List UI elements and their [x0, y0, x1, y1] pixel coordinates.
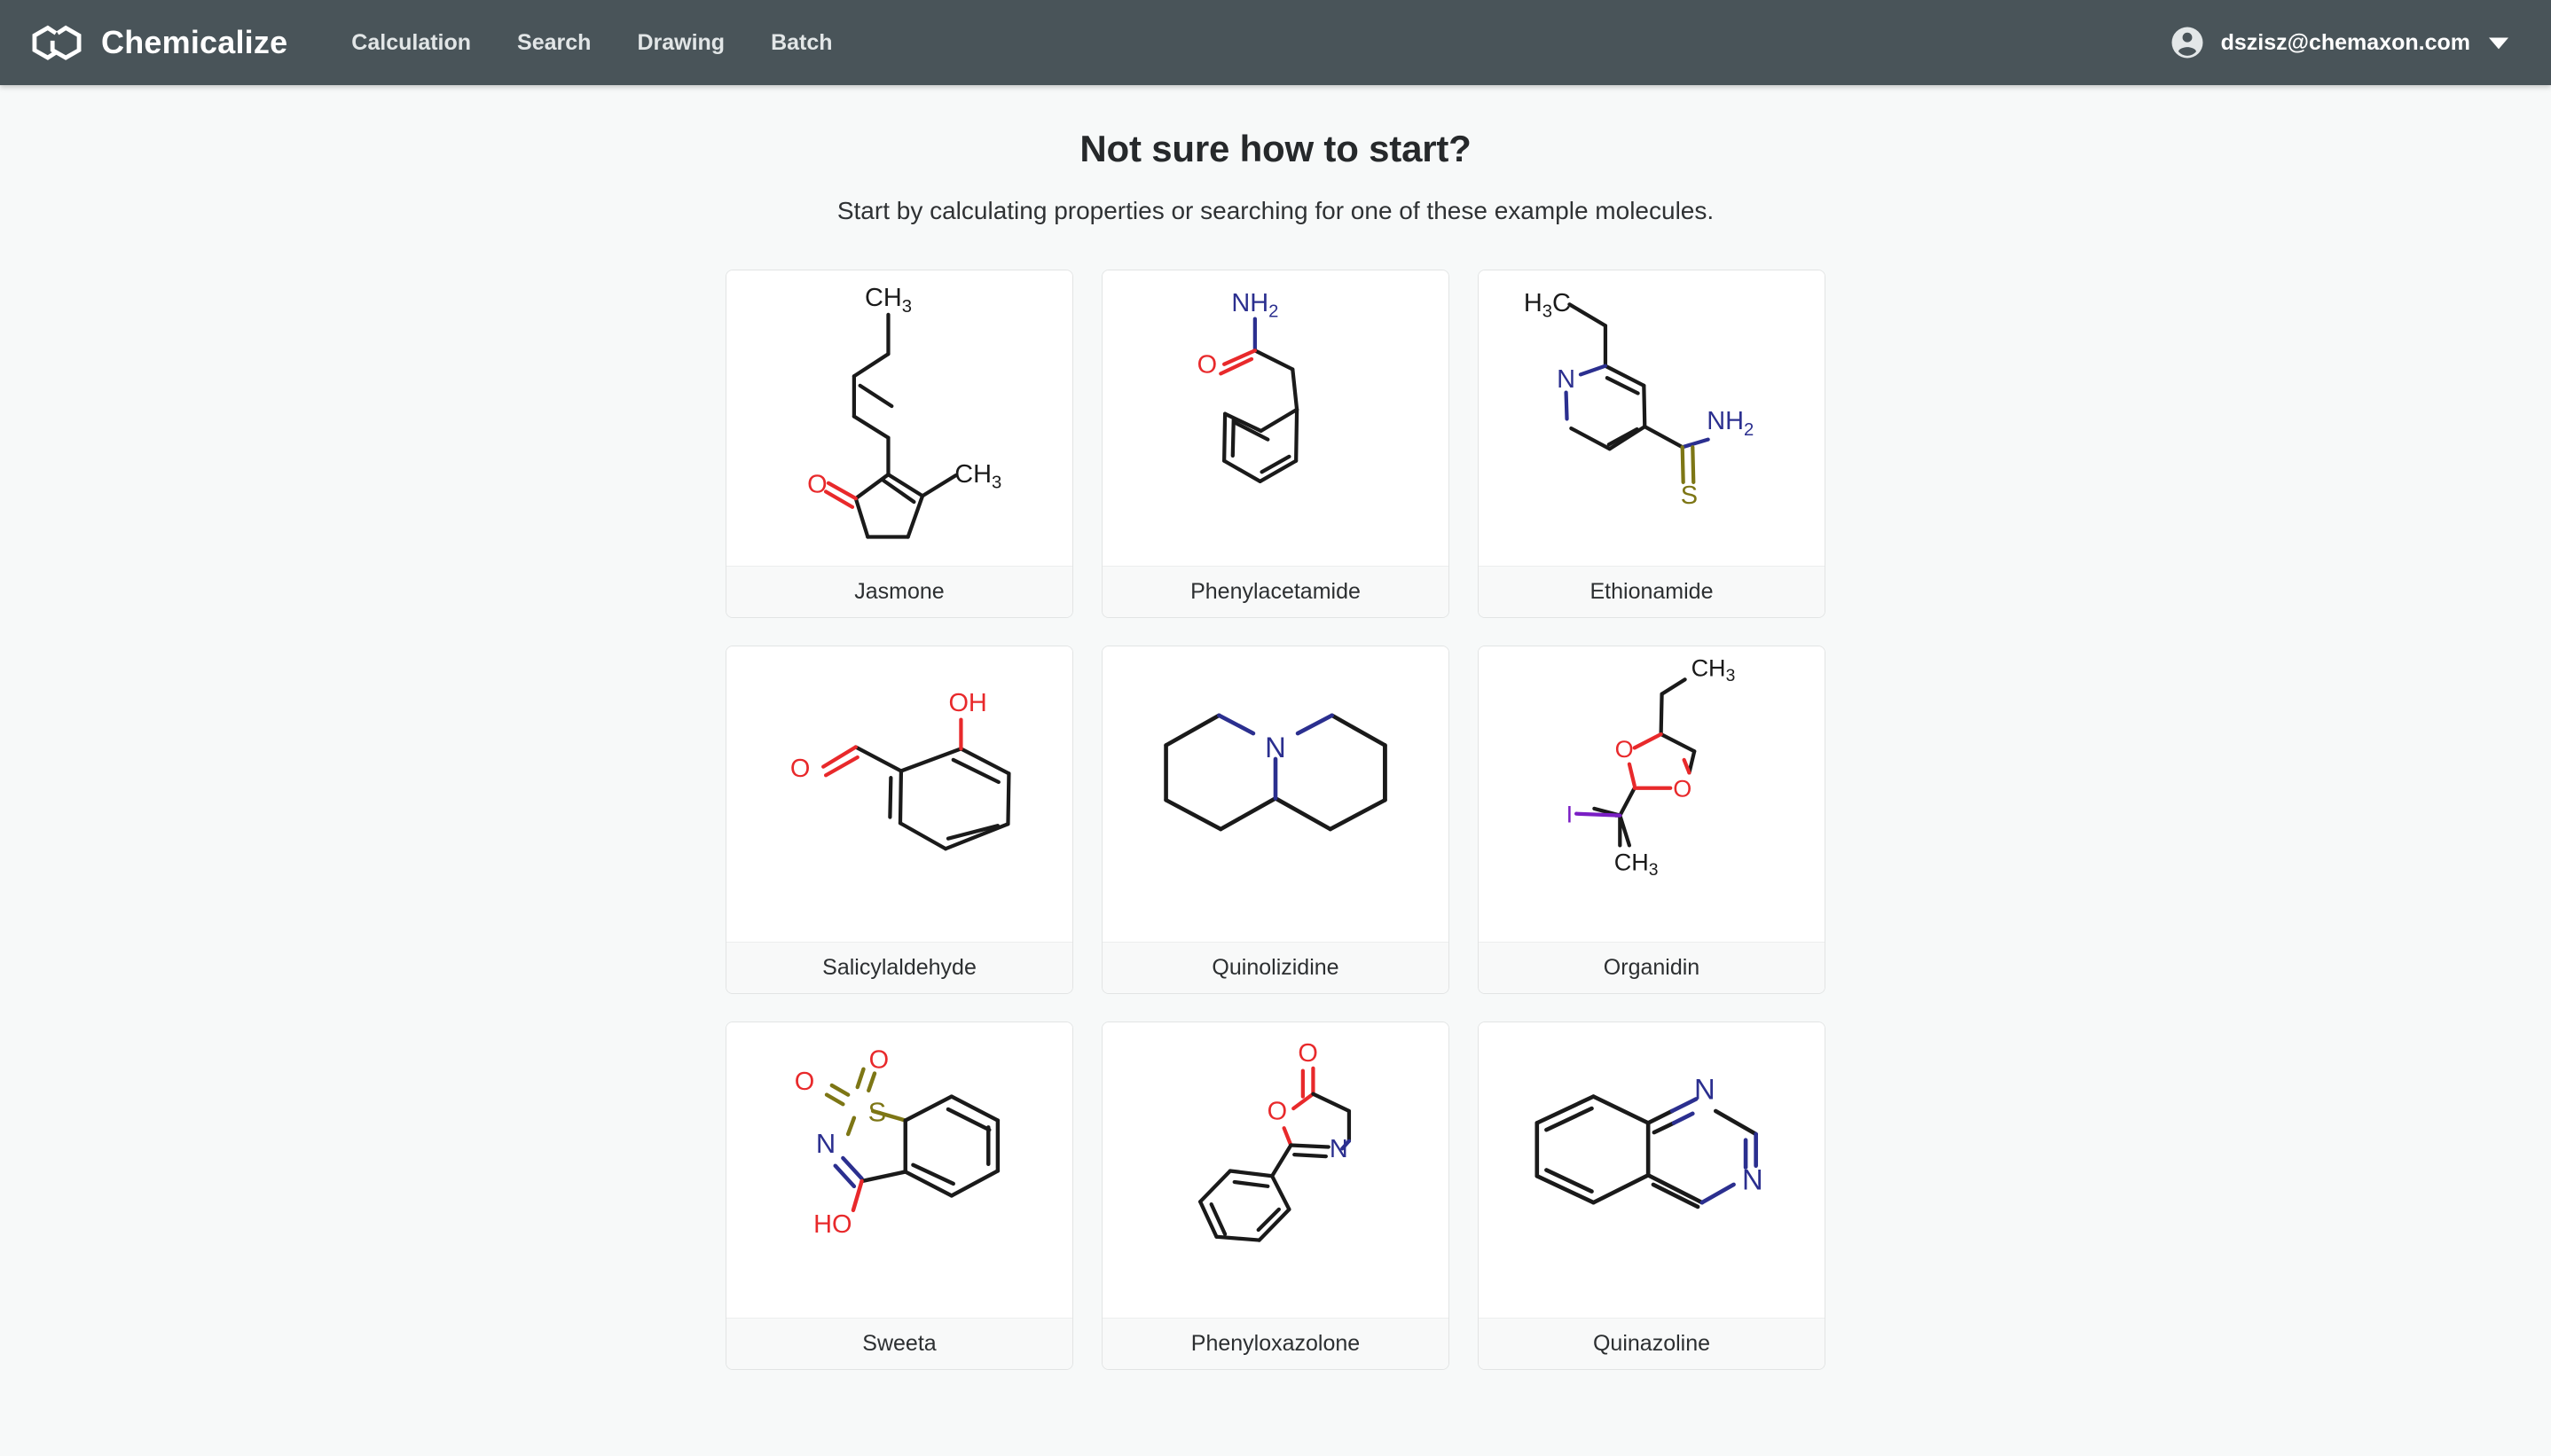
molecule-card-ethionamide[interactable]: H3C N NH2 S Ethionamide — [1478, 270, 1825, 618]
nav-link-drawing[interactable]: Drawing — [614, 21, 748, 65]
card-footer: Ethionamide — [1479, 566, 1825, 617]
molecule-name: Jasmone — [854, 579, 945, 604]
sweeta-structure-svg: S O O N HO — [795, 1046, 1001, 1239]
phenylacetamide-structure-svg: NH2 O — [1197, 289, 1299, 483]
nav-link-batch[interactable]: Batch — [748, 21, 855, 65]
svg-text:N: N — [1694, 1072, 1715, 1105]
svg-text:O: O — [1268, 1098, 1287, 1126]
svg-text:O: O — [807, 470, 827, 498]
structure-image-phenyloxazolone: O O N — [1103, 1022, 1448, 1318]
nav-link-search[interactable]: Search — [494, 21, 614, 65]
account-email: dszisz@chemaxon.com — [2220, 29, 2470, 55]
brand-name: Chemicalize — [101, 24, 288, 60]
structure-image-quinazoline: N N — [1479, 1022, 1825, 1318]
quinazoline-structure-svg: N N — [1535, 1072, 1763, 1209]
ethionamide-structure-svg: H3C N NH2 S — [1524, 289, 1754, 510]
svg-text:O: O — [1615, 736, 1634, 763]
molecule-card-quinazoline[interactable]: N N Quinazoline — [1478, 1022, 1825, 1370]
molecule-name: Salicylaldehyde — [822, 955, 977, 980]
molecule-card-organidin[interactable]: CH3 O O I CH3 Organidin — [1478, 646, 1825, 994]
chevron-down-icon — [2489, 37, 2508, 50]
card-footer: Sweeta — [726, 1318, 1072, 1369]
svg-text:S: S — [868, 1097, 887, 1128]
molecule-name: Organidin — [1603, 955, 1700, 980]
structure-image-salicylaldehyde: O OH — [726, 646, 1072, 942]
svg-text:I: I — [1566, 801, 1574, 827]
svg-text:O: O — [790, 755, 810, 783]
structure-image-quinolizidine: N — [1103, 646, 1448, 942]
card-footer: Jasmone — [726, 566, 1072, 617]
card-footer: Quinolizidine — [1103, 942, 1448, 993]
svg-text:O: O — [1197, 350, 1217, 379]
svg-text:N: N — [1557, 365, 1575, 394]
molecule-name: Ethionamide — [1589, 579, 1714, 604]
account-circle-icon — [2171, 27, 2203, 59]
structure-image-phenylacetamide: NH2 O — [1103, 270, 1448, 566]
page-subtitle: Start by calculating properties or searc… — [836, 197, 1715, 224]
svg-text:CH3: CH3 — [1614, 849, 1659, 880]
nav-links: Calculation Search Drawing Batch — [328, 21, 855, 65]
molecule-name: Phenyloxazolone — [1190, 1331, 1361, 1356]
jasmone-structure-svg: CH3 O CH3 — [807, 284, 1001, 539]
svg-text:NH2: NH2 — [1707, 407, 1754, 440]
svg-text:O: O — [1673, 775, 1692, 802]
svg-text:O: O — [869, 1046, 889, 1075]
molecule-name: Sweeta — [862, 1331, 937, 1356]
card-footer: Organidin — [1479, 942, 1825, 993]
svg-text:N: N — [1330, 1135, 1348, 1163]
svg-text:H3C: H3C — [1524, 289, 1571, 322]
card-footer: Quinazoline — [1479, 1318, 1825, 1369]
svg-text:CH3: CH3 — [1692, 654, 1736, 685]
molecule-card-phenyloxazolone[interactable]: O O N Phenyloxazolone — [1102, 1022, 1449, 1370]
main-content: Not sure how to start? Start by calculat… — [0, 85, 2551, 1456]
svg-text:HO: HO — [813, 1210, 852, 1239]
molecule-card-salicylaldehyde[interactable]: O OH Salicylaldehyde — [726, 646, 1073, 994]
molecule-card-jasmone[interactable]: CH3 O CH3 Jasmone — [726, 270, 1073, 618]
quinolizidine-structure-svg: N — [1164, 713, 1387, 832]
svg-text:OH: OH — [948, 689, 986, 717]
svg-text:N: N — [816, 1128, 836, 1159]
svg-text:N: N — [1742, 1163, 1763, 1196]
structure-image-organidin: CH3 O O I CH3 — [1479, 646, 1825, 942]
svg-text:N: N — [1265, 731, 1286, 763]
molecule-name: Phenylacetamide — [1190, 579, 1361, 604]
phenyloxazolone-structure-svg: O O N — [1198, 1039, 1352, 1242]
svg-text:NH2: NH2 — [1231, 289, 1278, 322]
structure-image-jasmone: CH3 O CH3 — [726, 270, 1072, 566]
salicylaldehyde-structure-svg: O OH — [790, 689, 1011, 851]
molecule-card-phenylacetamide[interactable]: NH2 O Phenylacetamide — [1102, 270, 1449, 618]
molecule-name: Quinazoline — [1592, 1331, 1711, 1356]
chemicalize-hexagons-logo — [32, 25, 82, 60]
molecule-name: Quinolizidine — [1212, 955, 1339, 980]
example-molecule-grid: CH3 O CH3 Jasmone NH2 O Phenylacetamide … — [724, 270, 1827, 1370]
brand-home-link[interactable]: Chemicalize — [28, 21, 287, 64]
structure-image-sweeta: S O O N HO — [726, 1022, 1072, 1318]
card-footer: Salicylaldehyde — [726, 942, 1072, 993]
card-footer: Phenylacetamide — [1103, 566, 1448, 617]
top-navbar: Chemicalize Calculation Search Drawing B… — [0, 0, 2551, 85]
molecule-card-sweeta[interactable]: S O O N HO Sweeta — [726, 1022, 1073, 1370]
svg-text:CH3: CH3 — [865, 284, 912, 317]
organidin-structure-svg: CH3 O O I CH3 — [1566, 654, 1736, 880]
page-title: Not sure how to start? — [1079, 128, 1472, 169]
structure-image-ethionamide: H3C N NH2 S — [1479, 270, 1825, 566]
card-footer: Phenyloxazolone — [1103, 1318, 1448, 1369]
svg-text:O: O — [1298, 1039, 1317, 1068]
svg-text:CH3: CH3 — [954, 460, 1001, 493]
svg-text:O: O — [795, 1068, 814, 1096]
account-menu-button[interactable]: dszisz@chemaxon.com — [2165, 19, 2512, 67]
molecule-card-quinolizidine[interactable]: N Quinolizidine — [1102, 646, 1449, 994]
nav-link-calculation[interactable]: Calculation — [328, 21, 494, 65]
svg-text:S: S — [1681, 481, 1698, 510]
